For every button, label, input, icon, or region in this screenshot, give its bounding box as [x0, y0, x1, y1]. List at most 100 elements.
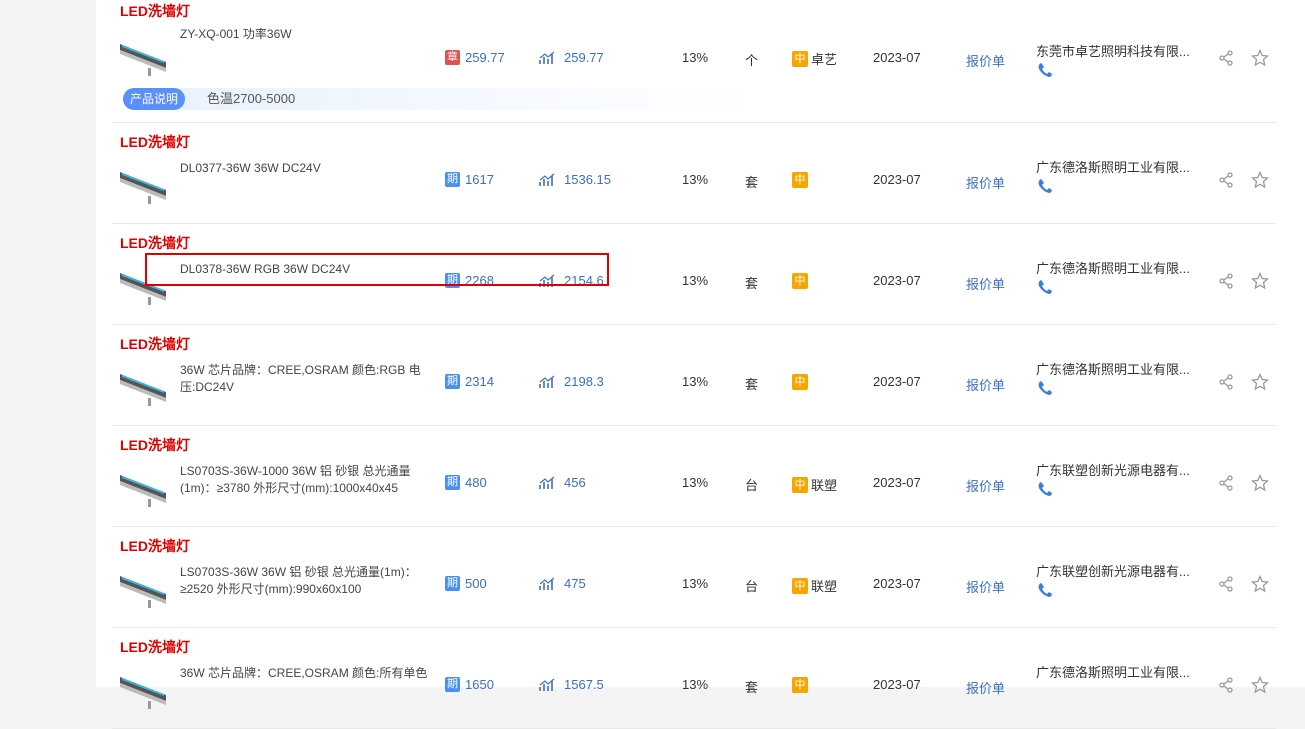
quote-link[interactable]: 报价单 [966, 577, 1005, 596]
product-name[interactable]: LED洗墙灯 [120, 132, 190, 152]
product-thumbnail[interactable] [118, 34, 170, 78]
supplier-name[interactable]: 广东德洛斯照明工业有限... [1036, 157, 1190, 176]
product-spec: DL0377-36W 36W DC24V [180, 161, 321, 175]
table-row: LED洗墙灯 ZY-XQ-001 功率36W 章 259.77 259.77 1… [112, 0, 1276, 123]
tax-rate: 13% [682, 172, 709, 187]
price-type-badge: 期 [445, 677, 460, 692]
price-type-badge: 期 [445, 576, 460, 591]
trend-price-value: 259.77 [564, 50, 604, 65]
share-icon[interactable] [1218, 475, 1234, 491]
supplier-name[interactable]: 广东德洛斯照明工业有限... [1036, 258, 1190, 277]
phone-icon[interactable] [1037, 481, 1053, 497]
share-icon[interactable] [1218, 273, 1234, 289]
trend-price-value: 456 [564, 475, 586, 490]
product-name[interactable]: LED洗墙灯 [120, 334, 190, 354]
price-value: 500 [465, 576, 487, 591]
share-icon[interactable] [1218, 172, 1234, 188]
table-row: LED洗墙灯 DL0377-36W 36W DC24V 期 1617 1536.… [112, 122, 1276, 224]
product-spec: 36W 芯片品牌：CREE,OSRAM 颜色:RGB 电压:DC24V [180, 363, 421, 394]
table-row: LED洗墙灯 LS0703S-36W 36W 铝 砂银 总光通量(1m)：≥25… [112, 526, 1276, 628]
phone-icon[interactable] [1037, 582, 1053, 598]
product-thumbnail[interactable] [118, 566, 170, 610]
level-brand: 中 [792, 677, 811, 693]
level-brand: 中 [792, 172, 811, 188]
date: 2023-07 [873, 475, 921, 490]
level-badge: 中 [792, 374, 808, 390]
product-name[interactable]: LED洗墙灯 [120, 637, 190, 657]
brand-name: 联塑 [811, 478, 838, 493]
quote-link[interactable]: 报价单 [966, 678, 1005, 697]
price-trend: 1567.5 [539, 677, 604, 692]
share-icon[interactable] [1218, 677, 1234, 693]
product-thumbnail[interactable] [118, 364, 170, 408]
level-brand: 中 联塑 [792, 576, 837, 595]
phone-icon[interactable] [1037, 178, 1053, 194]
unit: 台 [745, 579, 759, 594]
unit: 套 [745, 377, 759, 392]
product-list-panel: LED洗墙灯 ZY-XQ-001 功率36W 章 259.77 259.77 1… [96, 0, 1305, 729]
product-name[interactable]: LED洗墙灯 [120, 435, 190, 455]
phone-icon[interactable] [1037, 279, 1053, 295]
product-thumbnail[interactable] [118, 162, 170, 206]
price-primary: 期 1650 [445, 677, 494, 692]
trend-chart-icon[interactable] [539, 577, 555, 591]
trend-price-value: 1536.15 [564, 172, 611, 187]
price-trend: 2198.3 [539, 374, 604, 389]
supplier-name[interactable]: 广东德洛斯照明工业有限... [1036, 662, 1190, 681]
trend-chart-icon[interactable] [539, 678, 555, 692]
price-primary: 期 1617 [445, 172, 494, 187]
share-icon[interactable] [1218, 576, 1234, 592]
table-row: LED洗墙灯 36W 芯片品牌：CREE,OSRAM 颜色:所有单色 期 165… [112, 627, 1276, 729]
supplier-name[interactable]: 广东德洛斯照明工业有限... [1036, 359, 1190, 378]
level-brand: 中 卓艺 [792, 49, 837, 68]
favorite-star-icon[interactable] [1251, 49, 1269, 67]
price-trend: 456 [539, 475, 586, 490]
date: 2023-07 [873, 172, 921, 187]
favorite-star-icon[interactable] [1251, 676, 1269, 694]
price-primary: 章 259.77 [445, 50, 505, 65]
trend-chart-icon[interactable] [539, 51, 555, 65]
quote-link[interactable]: 报价单 [966, 51, 1005, 70]
share-icon[interactable] [1218, 374, 1234, 390]
price-type-badge: 期 [445, 374, 460, 389]
supplier-name[interactable]: 广东联塑创新光源电器有... [1036, 460, 1190, 479]
tax-rate: 13% [682, 50, 709, 65]
phone-icon[interactable] [1037, 62, 1053, 78]
date: 2023-07 [873, 273, 921, 288]
unit: 个 [745, 53, 759, 68]
product-name[interactable]: LED洗墙灯 [120, 536, 190, 556]
tax-rate: 13% [682, 677, 709, 692]
price-type-badge: 章 [445, 50, 460, 65]
price-trend: 475 [539, 576, 586, 591]
trend-chart-icon[interactable] [539, 173, 555, 187]
trend-chart-icon[interactable] [539, 476, 555, 490]
favorite-star-icon[interactable] [1251, 474, 1269, 492]
supplier-name[interactable]: 广东联塑创新光源电器有... [1036, 561, 1190, 580]
trend-price-value: 1567.5 [564, 677, 604, 692]
tax-rate: 13% [682, 475, 709, 490]
share-icon[interactable] [1218, 50, 1234, 66]
tax-rate: 13% [682, 576, 709, 591]
price-value: 480 [465, 475, 487, 490]
product-thumbnail[interactable] [118, 667, 170, 711]
phone-icon[interactable] [1037, 380, 1053, 396]
quote-link[interactable]: 报价单 [966, 274, 1005, 293]
description-tag: 产品说明 [123, 88, 186, 110]
favorite-star-icon[interactable] [1251, 373, 1269, 391]
brand-name: 卓艺 [811, 52, 838, 67]
favorite-star-icon[interactable] [1251, 171, 1269, 189]
product-name[interactable]: LED洗墙灯 [120, 233, 190, 253]
favorite-star-icon[interactable] [1251, 575, 1269, 593]
highlight-box [145, 253, 609, 286]
trend-chart-icon[interactable] [539, 375, 555, 389]
level-brand: 中 [792, 374, 811, 390]
product-name[interactable]: LED洗墙灯 [120, 1, 190, 21]
price-type-badge: 期 [445, 475, 460, 490]
quote-link[interactable]: 报价单 [966, 476, 1005, 495]
supplier-name[interactable]: 东莞市卓艺照明科技有限... [1036, 41, 1190, 60]
product-spec: ZY-XQ-001 功率36W [180, 27, 292, 41]
product-thumbnail[interactable] [118, 465, 170, 509]
quote-link[interactable]: 报价单 [966, 375, 1005, 394]
quote-link[interactable]: 报价单 [966, 173, 1005, 192]
favorite-star-icon[interactable] [1251, 272, 1269, 290]
